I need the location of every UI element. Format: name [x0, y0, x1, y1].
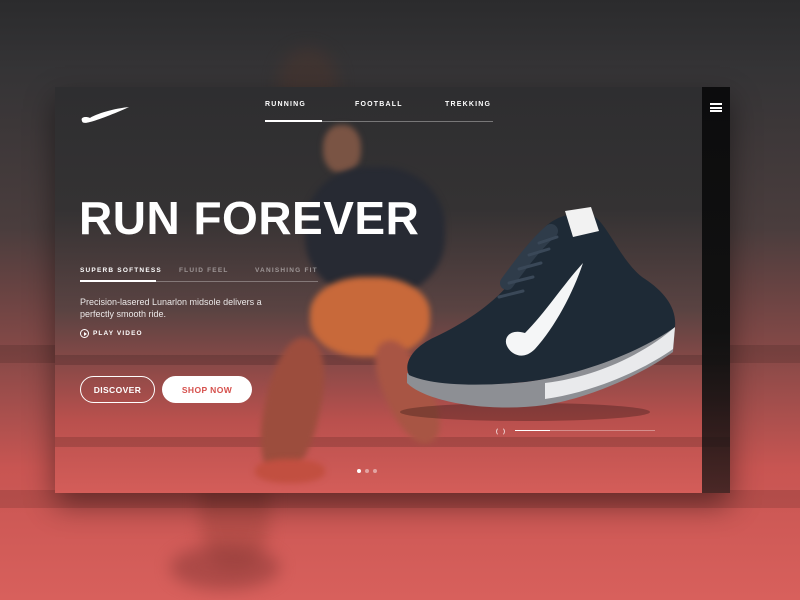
tab-vanishing-fit[interactable]: VANISHING FIT — [255, 267, 318, 274]
nav-active-indicator — [265, 120, 322, 122]
discover-button[interactable]: DISCOVER — [80, 376, 155, 403]
feature-active-indicator — [80, 280, 156, 282]
right-sidebar — [702, 87, 730, 493]
main-nav: RUNNING FOOTBALL TREKKING — [265, 101, 493, 122]
tab-superb-softness[interactable]: SUPERB SOFTNESS — [80, 267, 162, 274]
background-runner-shoe — [170, 545, 280, 590]
tab-fluid-feel[interactable]: FLUID FEEL — [179, 267, 229, 274]
product-description: Precision-lasered Lunarlon midsole deliv… — [80, 297, 262, 319]
shop-now-button[interactable]: SHOP NOW — [162, 376, 252, 403]
play-video-link[interactable]: PLAY VIDEO — [80, 329, 143, 338]
nav-item-running[interactable]: RUNNING — [265, 101, 306, 108]
slide-progress-track — [515, 430, 655, 431]
play-video-label: PLAY VIDEO — [93, 330, 143, 337]
running-shoe-image — [400, 207, 676, 421]
loading-icon — [496, 427, 505, 436]
nav-item-trekking[interactable]: TREKKING — [445, 101, 491, 108]
play-icon — [80, 329, 89, 338]
pagination-dot[interactable] — [373, 469, 377, 473]
pagination-dot[interactable] — [365, 469, 369, 473]
pagination-dot[interactable] — [357, 469, 361, 473]
feature-tabs: SUPERB SOFTNESS FLUID FEEL VANISHING FIT — [80, 267, 318, 282]
slide-pagination — [357, 469, 377, 473]
hero-card: RUNNING FOOTBALL TREKKING RUN FOREVER SU… — [55, 87, 730, 493]
hamburger-menu-icon[interactable] — [710, 103, 722, 112]
nike-swoosh-icon[interactable] — [80, 105, 130, 125]
hero-title: RUN FOREVER — [79, 192, 420, 244]
slide-progress-fill — [515, 430, 550, 431]
runner-shoe — [255, 459, 325, 483]
runner-head — [323, 125, 361, 173]
nav-item-football[interactable]: FOOTBALL — [355, 101, 403, 108]
rail-line — [55, 437, 730, 447]
